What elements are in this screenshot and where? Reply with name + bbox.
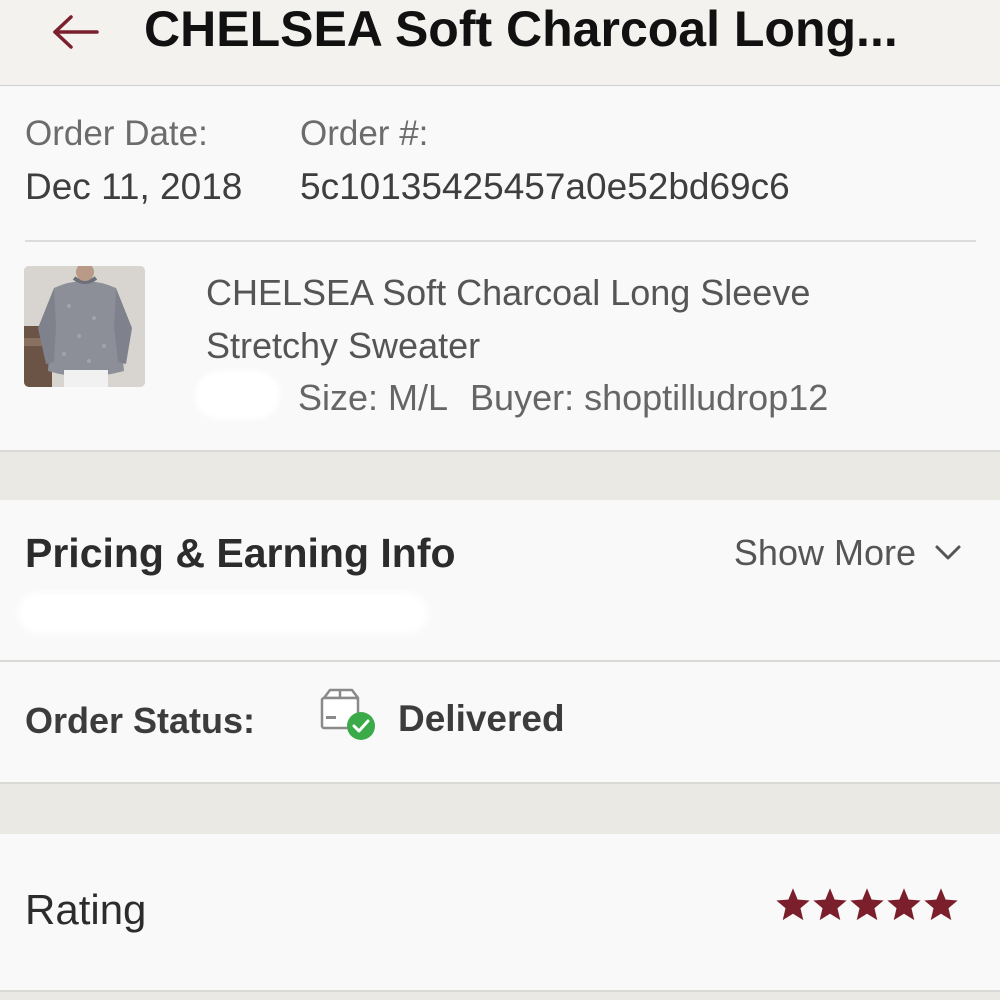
star-icon <box>850 888 884 921</box>
show-more-label: Show More <box>733 532 916 573</box>
star-icon <box>813 888 847 921</box>
order-status-card: Order Status: Delivered <box>0 662 1000 784</box>
chevron-down-icon <box>935 545 961 560</box>
order-date-label: Order Date: <box>25 114 208 153</box>
rating-stars <box>776 888 958 922</box>
redacted-area <box>18 592 428 634</box>
pricing-card: Pricing & Earning Info Show More <box>0 500 1000 662</box>
star-icon <box>924 888 958 921</box>
delivered-box-icon <box>320 688 375 740</box>
order-status-value: Delivered <box>398 698 565 739</box>
show-more-button[interactable]: Show More <box>734 532 962 574</box>
item-meta: Size: M/L Buyer: shoptilludrop12 <box>298 377 828 419</box>
order-date-value: Dec 11, 2018 <box>25 166 243 207</box>
item-size: Size: M/L <box>298 377 449 418</box>
item-thumbnail[interactable] <box>24 266 145 387</box>
rating-card: Rating <box>0 834 1000 992</box>
item-title[interactable]: CHELSEA Soft Charcoal Long Sleeve Stretc… <box>206 266 926 372</box>
star-icon <box>776 888 810 921</box>
sweater-image <box>24 266 145 387</box>
order-number-value: 5c10135425457a0e52bd69c6 <box>300 166 790 207</box>
item-buyer[interactable]: Buyer: shoptilludrop12 <box>470 377 828 418</box>
star-icon <box>887 888 921 921</box>
divider <box>25 240 976 242</box>
back-arrow-icon <box>53 15 99 49</box>
redacted-area <box>195 371 280 419</box>
order-number-label: Order #: <box>300 114 429 153</box>
order-status-label: Order Status: <box>25 700 256 741</box>
pricing-title: Pricing & Earning Info <box>25 530 456 576</box>
top-bar: CHELSEA Soft Charcoal Long... <box>0 0 1000 86</box>
order-summary-card: Order Date: Dec 11, 2018 Order #: 5c1013… <box>0 86 1000 452</box>
rating-label: Rating <box>25 886 147 933</box>
page-title: CHELSEA Soft Charcoal Long... <box>144 1 898 57</box>
back-button[interactable] <box>48 8 104 56</box>
